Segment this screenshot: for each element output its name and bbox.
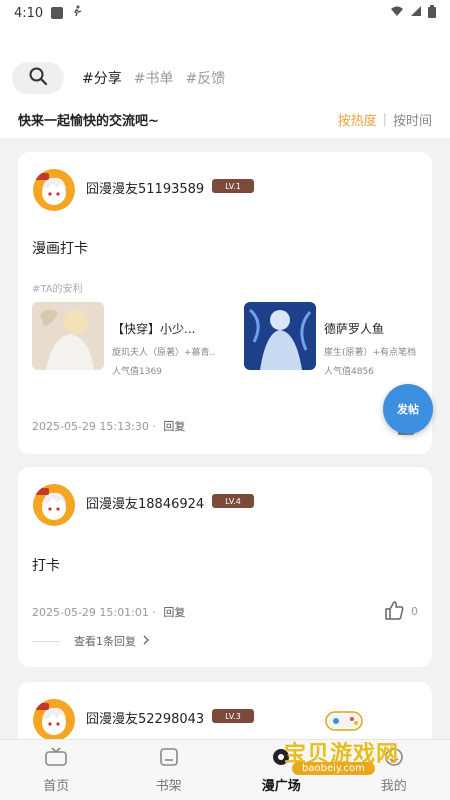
search-icon [28,66,48,90]
header: #分享 #书单 #反馈 快来一起愉快的交流吧~ 按热度 | 按时间 [0,26,450,138]
username[interactable]: 囧漫漫友18846924 [86,493,204,512]
post-meta: 2025-05-29 15:13:30 · 回复 [32,418,185,434]
nav-bookshelf[interactable]: 书架 [113,740,226,800]
post-timestamp: 2025-05-29 15:13:30 [32,420,149,433]
level-badge: LV.4 [212,494,254,508]
reply-button[interactable]: 回复 [163,420,185,433]
post-card[interactable]: 囧漫漫友51193589 LV.1 漫画打卡 #TA的安利 【快穿】小少... … [18,152,432,454]
sort-by-time[interactable]: 按时间 [393,110,432,129]
book-item[interactable]: 德萨罗人鱼 崖生(原著）+有点笔档 人气值4856 [244,302,428,377]
running-icon [71,5,83,21]
nav-home-label: 首页 [43,778,70,794]
book-cover [32,302,104,370]
like-button[interactable]: 0 [383,599,418,624]
avatar[interactable] [33,699,75,741]
book-cover [244,302,316,370]
post-text: 漫画打卡 [32,241,88,257]
chevron-right-icon [142,635,150,648]
book-author: 崖生(原著）+有点笔档 [324,348,417,358]
tv-icon [44,746,68,771]
sort-by-hot[interactable]: 按热度 [338,110,377,129]
post-text: 打卡 [32,558,60,574]
divider-line [32,640,60,642]
nav-home[interactable]: 首页 [0,740,113,800]
post-card[interactable]: 囧漫漫友18846924 LV.4 打卡 2025-05-29 15:01:01… [18,467,432,667]
tag-booklist[interactable]: #书单 [134,68,174,88]
status-bar: 4:10 [0,0,450,26]
sort-toggle: 按热度 | 按时间 [338,110,432,129]
book-popularity: 人气值1369 [112,367,162,377]
nav-bookshelf-label: 书架 [155,778,182,794]
battery-icon [428,4,436,22]
view-replies-label: 查看1条回复 [74,635,136,648]
level-badge: LV.3 [212,709,254,723]
book-author: 旋玑夫人（原著）+慕青... [112,348,216,358]
status-time: 4:10 [14,5,44,21]
page-subtitle: 快来一起愉快的交流吧~ [18,114,159,129]
tag-share[interactable]: #分享 [82,68,122,88]
fab-label: 发帖 [397,403,419,416]
signal-icon [410,5,422,21]
thumbs-up-icon [383,599,405,624]
bookshelf-icon [158,747,180,771]
sort-divider: | [382,112,387,127]
post-meta: 2025-05-29 15:01:01 · 回复 [32,604,185,620]
topic-tags: #分享 #书单 #反馈 [82,68,225,88]
post-timestamp: 2025-05-29 15:01:01 [32,606,149,619]
dot-separator: · [152,420,156,433]
search-button[interactable] [12,62,64,94]
dot-separator: · [152,606,156,619]
book-title: 【快穿】小少... [112,322,196,336]
book-item[interactable]: 【快穿】小少... 旋玑夫人（原著）+慕青... 人气值1369 [32,302,216,377]
notification-icon [51,7,64,19]
level-badge: LV.1 [212,179,254,193]
tag-feedback[interactable]: #反馈 [185,68,225,88]
avatar[interactable] [33,169,75,211]
new-post-button[interactable]: 发帖 [383,384,433,434]
wifi-icon [390,5,404,21]
watermark-url: baobeiy.com [292,762,375,775]
view-replies-link[interactable]: 查看1条回复 [32,633,150,649]
reply-button[interactable]: 回复 [163,606,185,619]
gamepad-icon [324,706,364,738]
avatar[interactable] [33,484,75,526]
book-popularity: 人气值4856 [324,367,374,377]
username[interactable]: 囧漫漫友52298043 [86,708,204,727]
recommend-label: #TA的安利 [32,284,83,295]
watermark: 宝贝游戏网 baobeiy.com [264,700,444,788]
username[interactable]: 囧漫漫友51193589 [86,178,204,197]
book-title: 德萨罗人鱼 [324,322,385,336]
like-count: 0 [411,605,418,618]
